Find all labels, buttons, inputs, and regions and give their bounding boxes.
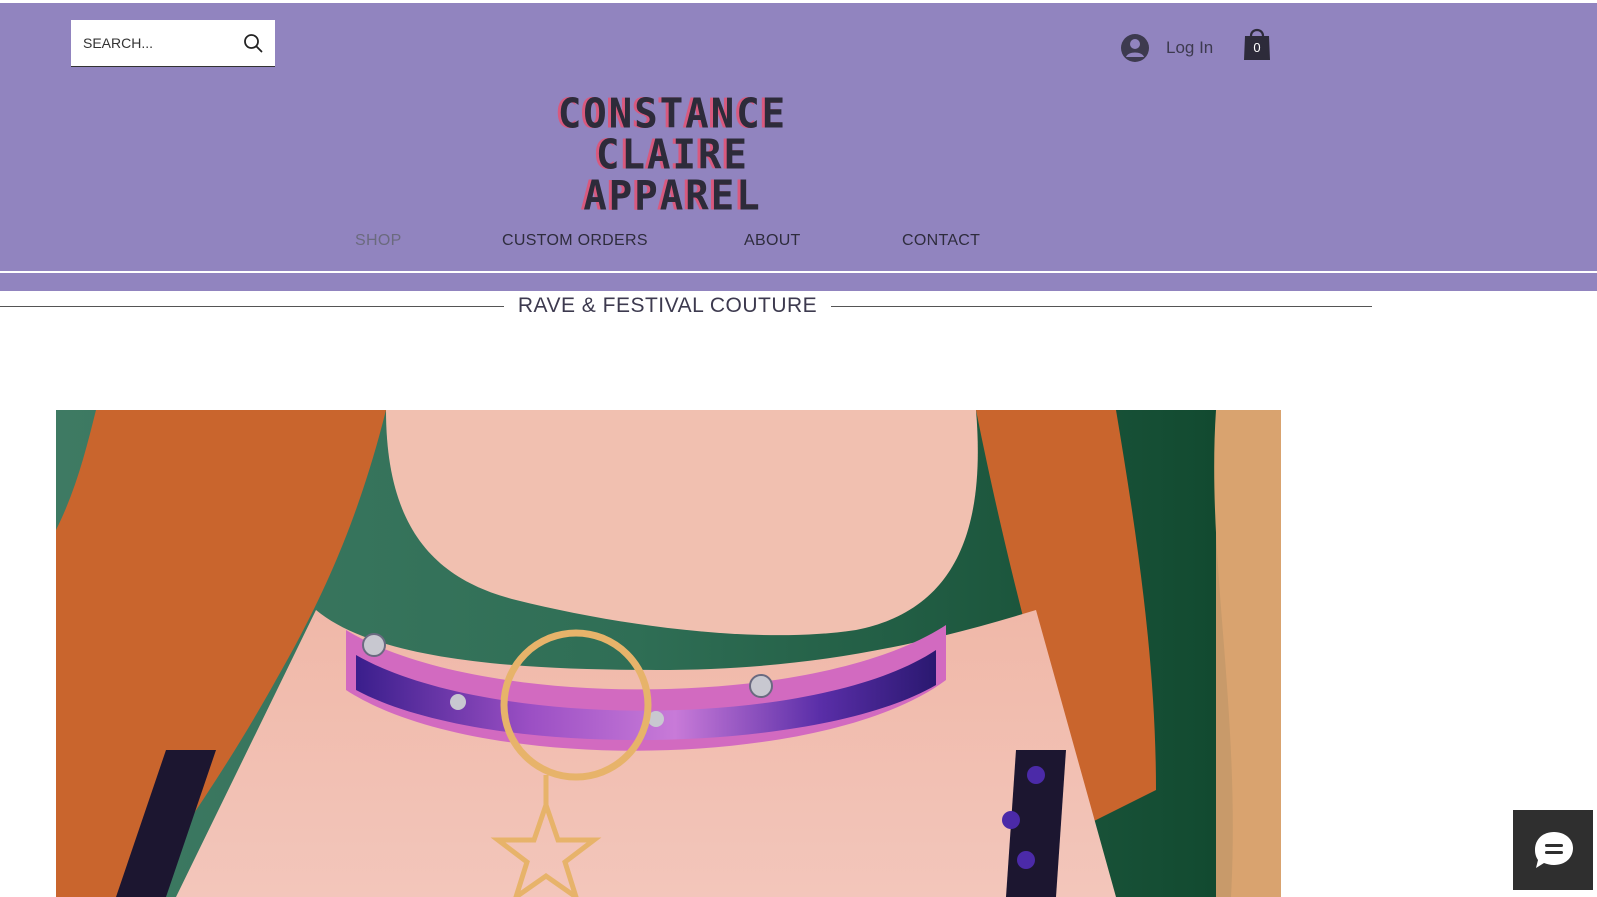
brand-line-1: CONSTANCE CLAIRE <box>557 90 788 180</box>
site-header: Log In 0 CONSTANCE CLAIRE APPAREL SHOP C… <box>0 3 1597 271</box>
user-avatar-icon <box>1121 34 1149 62</box>
search-box[interactable] <box>71 20 275 67</box>
nav-item-custom-orders[interactable]: CUSTOM ORDERS <box>502 232 648 250</box>
cart-button[interactable]: 0 <box>1242 26 1272 62</box>
nav-item-shop[interactable]: SHOP <box>355 232 402 250</box>
cart-count: 0 <box>1253 40 1261 55</box>
tagline-rule-right <box>831 306 1372 307</box>
search-icon[interactable] <box>243 33 263 53</box>
nav-item-contact[interactable]: CONTACT <box>902 232 980 250</box>
chat-widget-button[interactable] <box>1513 810 1593 890</box>
nav-item-about[interactable]: ABOUT <box>744 232 801 250</box>
login-label: Log In <box>1166 38 1214 57</box>
main-nav: SHOP CUSTOM ORDERS ABOUT CONTACT <box>0 232 1597 254</box>
hero-photo-choker <box>56 410 1281 897</box>
login-button[interactable]: Log In <box>1120 33 1213 63</box>
brand-logo[interactable]: CONSTANCE CLAIRE APPAREL <box>500 94 845 217</box>
header-strip <box>0 273 1597 291</box>
search-input[interactable] <box>81 34 235 52</box>
brand-line-2: APPAREL <box>583 172 762 221</box>
chat-bubble-icon <box>1535 832 1573 868</box>
hero-image <box>56 410 1281 897</box>
tagline: RAVE & FESTIVAL COUTURE <box>517 294 818 317</box>
tagline-rule-left <box>0 306 504 307</box>
